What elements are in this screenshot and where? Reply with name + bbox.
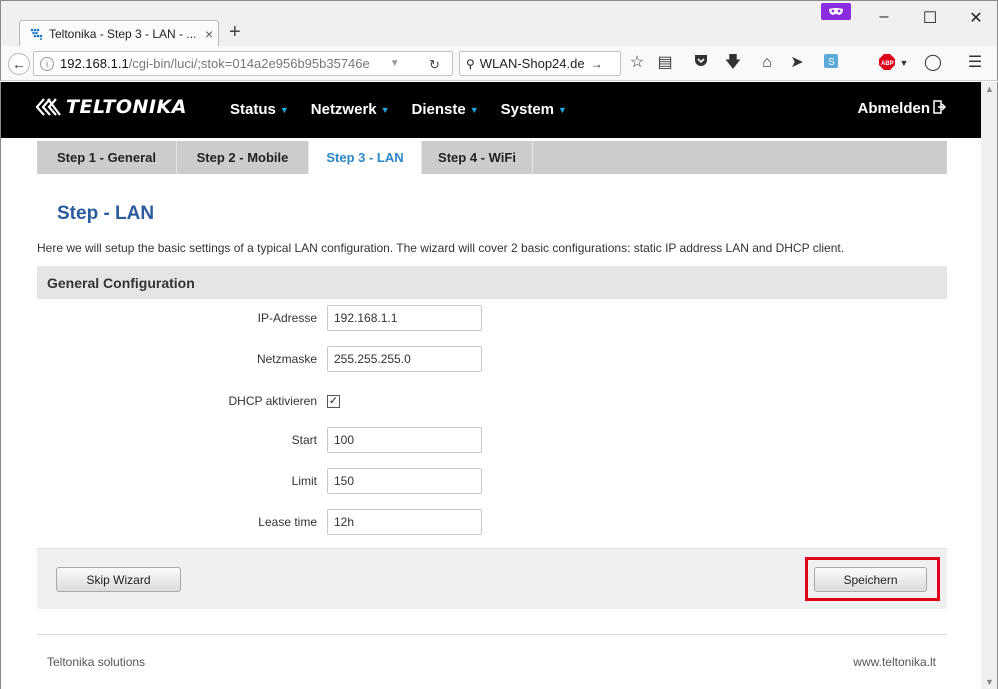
new-tab-button[interactable]: + xyxy=(229,21,241,43)
search-engine-text: WLAN-Shop24.de xyxy=(479,56,585,71)
limit-input[interactable] xyxy=(327,468,482,494)
page-title: Step - LAN xyxy=(57,203,155,224)
menu-label: Netzwerk xyxy=(310,101,377,118)
tab-close-icon[interactable]: × xyxy=(205,26,213,42)
url-dropdown-icon[interactable]: ▼ xyxy=(390,58,400,69)
logout-label: Abmelden xyxy=(857,100,930,117)
svg-text:S: S xyxy=(828,57,835,68)
menu-label: Dienste xyxy=(411,101,466,118)
logout-link[interactable]: Abmelden xyxy=(857,100,947,117)
ip-address-input[interactable] xyxy=(327,305,482,331)
pocket-icon[interactable] xyxy=(691,54,711,72)
footer-website-link[interactable]: www.teltonika.lt xyxy=(853,655,936,669)
private-mask-icon[interactable] xyxy=(821,3,851,20)
adblock-dropdown-icon[interactable]: ▼ xyxy=(894,54,914,72)
limit-row: Limit xyxy=(37,468,637,494)
brand-name: TELTONIKA xyxy=(66,96,187,118)
limit-label: Limit xyxy=(291,474,317,488)
wizard-steps: Step 1 - General Step 2 - Mobile Step 3 … xyxy=(37,141,947,174)
step-tab-wifi[interactable]: Step 4 - WiFi xyxy=(422,141,533,174)
url-host: 192.168.1.1 xyxy=(60,56,129,71)
footer-company: Teltonika solutions xyxy=(47,655,146,669)
back-arrow-icon[interactable]: ← xyxy=(8,53,30,75)
lease-time-row: Lease time xyxy=(37,509,637,535)
wizard-button-bar: Skip Wizard Speichern xyxy=(37,548,947,609)
netmask-input[interactable] xyxy=(327,346,482,372)
minimize-button[interactable]: – xyxy=(861,8,907,26)
search-icon: ⚲ xyxy=(466,56,475,71)
menu-item-status[interactable]: Status ▼ xyxy=(230,101,289,118)
reload-icon[interactable]: ↻ xyxy=(429,57,440,73)
browser-tab[interactable]: Teltonika - Step 3 - LAN - ... × xyxy=(19,20,219,47)
maximize-button[interactable]: ☐ xyxy=(907,8,953,28)
dhcp-row: DHCP aktivieren ✓ xyxy=(37,388,637,414)
scroll-up-icon[interactable]: ▲ xyxy=(985,84,994,94)
start-input[interactable] xyxy=(327,427,482,453)
reading-list-icon[interactable]: ▤ xyxy=(655,54,675,72)
chevron-down-icon: ▼ xyxy=(380,104,390,115)
teltonika-logo[interactable]: TELTONIKA xyxy=(34,96,187,118)
start-label: Start xyxy=(291,433,317,447)
chevron-down-icon: ▼ xyxy=(558,104,567,115)
skip-wizard-button[interactable]: Skip Wizard xyxy=(56,567,181,592)
menu-label: Status xyxy=(230,101,276,118)
netmask-label: Netzmaske xyxy=(256,352,317,366)
step-tab-general[interactable]: Step 1 - General xyxy=(37,141,177,174)
url-bar[interactable]: i 192.168.1.1 /cgi-bin/luci/;stok=014a2e… xyxy=(33,51,453,76)
top-navigation: TELTONIKA Status ▼ Netzwerk ▼ Dienste ▼ Sys… xyxy=(1,82,981,138)
lease-time-input[interactable] xyxy=(327,509,482,535)
menu-item-system[interactable]: System ▼ xyxy=(501,101,567,118)
download-icon[interactable]: 🡇 xyxy=(723,54,743,72)
info-icon[interactable]: i xyxy=(40,56,54,71)
lease-time-label: Lease time xyxy=(258,515,317,529)
vertical-scrollbar[interactable]: ▲ ▼ xyxy=(981,82,998,689)
save-button[interactable]: Speichern xyxy=(814,567,927,592)
teltonika-logo-icon xyxy=(35,98,61,116)
step-tab-mobile[interactable]: Step 2 - Mobile xyxy=(177,141,309,174)
home-icon[interactable]: ⌂ xyxy=(757,54,777,72)
chevron-down-icon: ▼ xyxy=(279,104,289,115)
step-tab-lan[interactable]: Step 3 - LAN xyxy=(309,141,422,174)
page-viewport: TELTONIKA Status ▼ Netzwerk ▼ Dienste ▼ Sys… xyxy=(0,82,981,689)
ip-address-label: IP-Adresse xyxy=(257,311,317,325)
browser-navbar: ← i 192.168.1.1 /cgi-bin/luci/;stok=014a… xyxy=(0,46,998,81)
skype-icon[interactable]: S xyxy=(821,54,841,73)
chat-bubble-icon[interactable]: ◯ xyxy=(923,54,943,72)
page-description: Here we will setup the basic settings of… xyxy=(37,241,845,255)
start-row: Start xyxy=(37,427,637,453)
bookmark-star-icon[interactable]: ☆ xyxy=(627,54,647,72)
ip-address-row: IP-Adresse xyxy=(37,305,637,331)
dhcp-label: DHCP aktivieren xyxy=(228,394,317,408)
tab-title: Teltonika - Step 3 - LAN - ... xyxy=(49,27,197,41)
menu-item-dienste[interactable]: Dienste ▼ xyxy=(412,101,479,118)
browser-titlebar: Teltonika - Step 3 - LAN - ... × + – ☐ ✕ xyxy=(0,0,998,47)
netmask-row: Netzmaske xyxy=(37,346,637,372)
menu-label: System xyxy=(500,101,555,118)
menu-item-netzwerk[interactable]: Netzwerk ▼ xyxy=(311,101,390,118)
search-bar[interactable]: ⚲ WLAN-Shop24.de → xyxy=(459,51,621,76)
dhcp-checkbox[interactable]: ✓ xyxy=(327,394,340,408)
close-window-button[interactable]: ✕ xyxy=(953,8,998,28)
search-go-icon[interactable]: → xyxy=(591,57,603,71)
svg-text:ABP: ABP xyxy=(881,61,894,67)
main-menu: Status ▼ Netzwerk ▼ Dienste ▼ System ▼ xyxy=(230,101,589,118)
chevron-down-icon: ▼ xyxy=(469,104,479,115)
url-path: /cgi-bin/luci/;stok=014a2e956b95b35746e xyxy=(128,56,370,71)
send-icon[interactable]: ➤ xyxy=(787,54,807,72)
footer-divider xyxy=(37,634,947,635)
logout-icon xyxy=(933,100,947,117)
scroll-down-icon[interactable]: ▼ xyxy=(985,677,994,687)
hamburger-menu-icon[interactable]: ☰ xyxy=(965,54,985,72)
teltonika-favicon-icon xyxy=(30,27,44,41)
section-header: General Configuration xyxy=(37,266,947,299)
